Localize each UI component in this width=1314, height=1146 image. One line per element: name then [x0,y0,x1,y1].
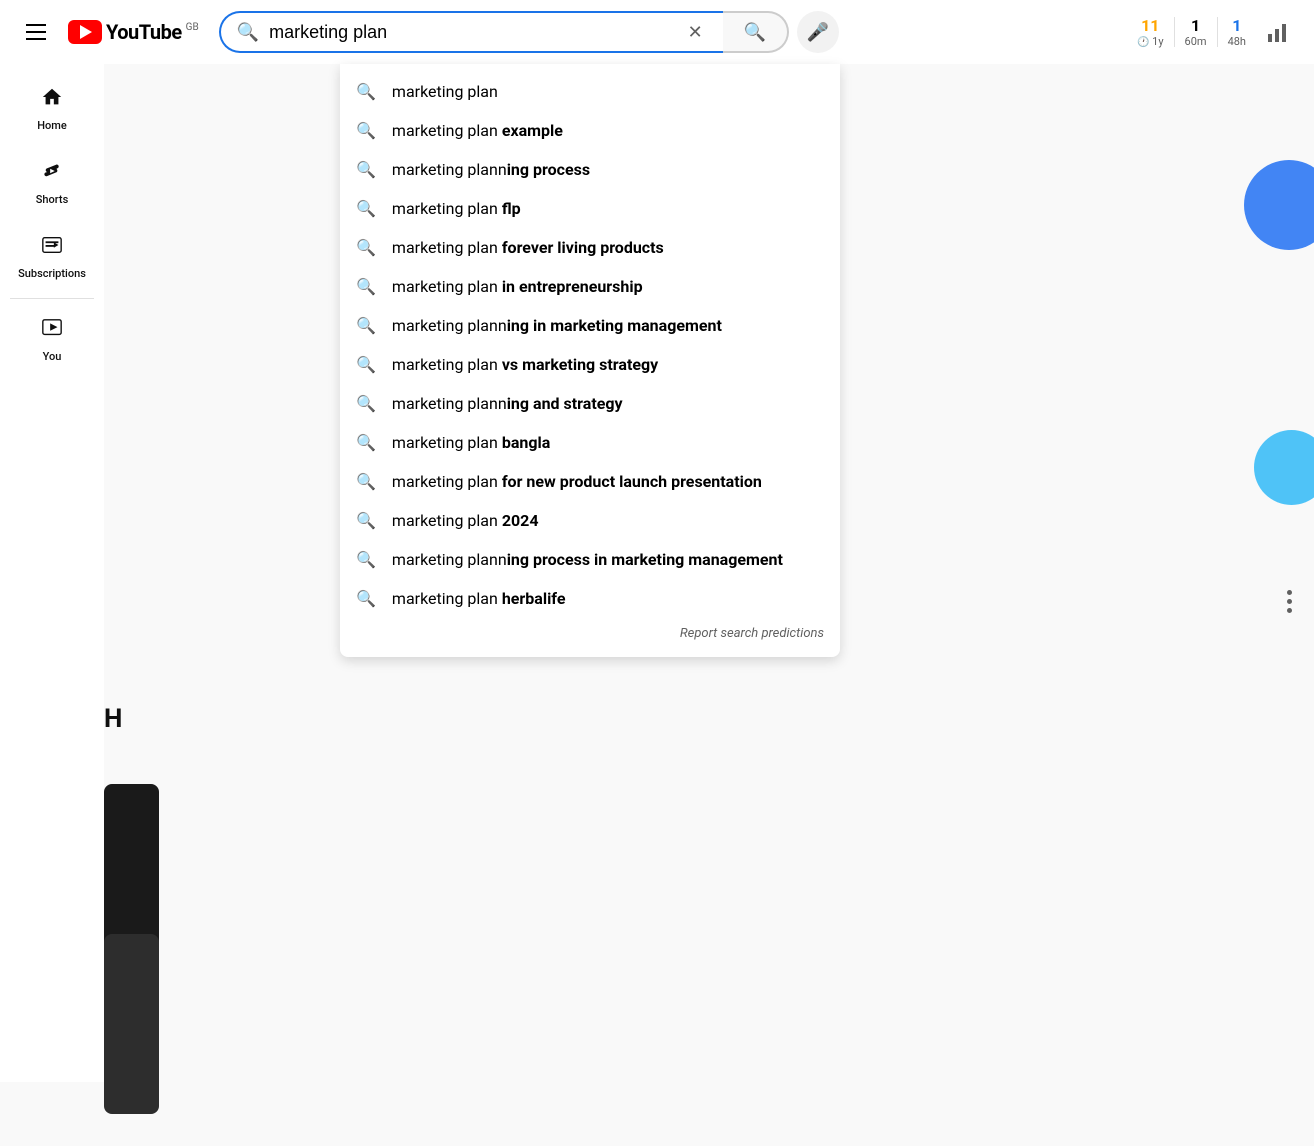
suggestion-search-icon: 🔍 [356,511,376,530]
notif-label-1y: 🕐 1y [1137,35,1164,48]
suggestion-search-icon: 🔍 [356,472,376,491]
suggestion-text: marketing plan bangla [392,433,550,452]
suggestion-text: marketing plan [392,82,498,101]
suggestion-item[interactable]: 🔍 marketing plan in entrepreneurship [340,267,840,306]
header: YouTube GB 🔍 ✕ 🔍 🎤 11 🕐 1y 1 60m [0,0,1314,64]
suggestion-search-icon: 🔍 [356,316,376,335]
sidebar-label-home: Home [37,119,67,132]
suggestion-text: marketing plan forever living products [392,238,664,257]
suggestion-item[interactable]: 🔍 marketing plan 2024 [340,501,840,540]
suggestion-item[interactable]: 🔍 marketing plan flp [340,189,840,228]
search-suggestions: 🔍 marketing plan 🔍 marketing plan example 🔍 m… [340,64,840,657]
notif-item-48h[interactable]: 1 48h [1220,12,1254,52]
section-title: H [104,704,122,734]
search-submit-button[interactable]: 🔍 [723,11,789,53]
dot-3 [1287,608,1292,613]
suggestion-text: marketing plan in entrepreneurship [392,277,643,296]
suggestion-text: marketing plan herbalife [392,589,566,608]
notif-count-white: 1 [1191,16,1200,35]
header-right: 11 🕐 1y 1 60m 1 48h [1129,12,1298,52]
suggestion-search-icon: 🔍 [356,277,376,296]
subscriptions-icon [41,234,63,261]
you-icon [41,317,63,344]
sidebar-item-home[interactable]: Home [0,72,104,146]
notif-item-1y[interactable]: 11 🕐 1y [1129,12,1172,52]
notif-label-60m: 60m [1185,35,1207,48]
suggestion-text: marketing planning process [392,160,590,179]
menu-button[interactable] [16,12,56,52]
search-bar: 🔍 ✕ [219,11,723,53]
suggestion-search-icon: 🔍 [356,589,376,608]
suggestion-search-icon: 🔍 [356,121,376,140]
suggestion-item[interactable]: 🔍 marketing plan vs marketing strategy [340,345,840,384]
youtube-logo-icon [68,20,102,44]
mic-icon: 🎤 [806,22,828,43]
notif-label-48h: 48h [1228,35,1246,48]
search-submit-icon: 🔍 [743,22,765,43]
report-search-link[interactable]: Report search predictions [340,618,840,649]
notif-item-60m[interactable]: 1 60m [1177,12,1215,52]
suggestion-text: marketing plan vs marketing strategy [392,355,658,374]
suggestion-text: marketing plan 2024 [392,511,539,530]
notif-divider [1174,17,1175,47]
sidebar-item-you[interactable]: You [0,303,104,377]
suggestion-text: marketing plan for new product launch pr… [392,472,762,491]
suggestion-text: marketing planning in marketing manageme… [392,316,722,335]
sidebar-divider [10,298,93,299]
chart-icon-button[interactable] [1258,12,1298,52]
search-icon: 🔍 [237,22,259,43]
suggestion-item[interactable]: 🔍 marketing plan bangla [340,423,840,462]
suggestion-search-icon: 🔍 [356,199,376,218]
suggestion-search-icon: 🔍 [356,394,376,413]
suggestion-item[interactable]: 🔍 marketing planning and strategy [340,384,840,423]
sidebar-label-subscriptions: Subscriptions [18,267,86,280]
more-options-button[interactable] [1287,590,1292,613]
chart-icon [1266,20,1290,44]
youtube-logo[interactable]: YouTube GB [68,20,199,44]
avatar-partial-top-right [1244,160,1314,250]
suggestion-search-icon: 🔍 [356,238,376,257]
thumbnail-dark-2 [104,934,159,1114]
shorts-icon [41,160,63,187]
suggestions-list: 🔍 marketing plan 🔍 marketing plan example 🔍 m… [340,72,840,618]
avatar-partial-mid-right [1254,430,1314,505]
suggestion-item[interactable]: 🔍 marketing planning process [340,150,840,189]
home-icon [41,86,63,113]
suggestion-item[interactable]: 🔍 marketing plan example [340,111,840,150]
notif-divider-2 [1217,17,1218,47]
suggestion-item[interactable]: 🔍 marketing plan [340,72,840,111]
suggestion-text: marketing planning process in marketing … [392,550,783,569]
clear-search-button[interactable]: ✕ [684,18,707,47]
search-container: 🔍 ✕ 🔍 🎤 [219,11,839,53]
suggestion-text: marketing plan example [392,121,563,140]
sidebar-label-shorts: Shorts [36,193,69,206]
sidebar-item-subscriptions[interactable]: Subscriptions [0,220,104,294]
search-input[interactable] [269,22,673,43]
logo-country: GB [186,22,199,33]
suggestion-text: marketing planning and strategy [392,394,623,413]
sidebar-label-you: You [43,350,62,363]
suggestion-item[interactable]: 🔍 marketing plan herbalife [340,579,840,618]
suggestion-search-icon: 🔍 [356,82,376,101]
suggestion-text: marketing plan flp [392,199,521,218]
notification-cluster: 11 🕐 1y 1 60m 1 48h [1129,12,1254,52]
dot-2 [1287,599,1292,604]
dot-1 [1287,590,1292,595]
suggestion-item[interactable]: 🔍 marketing planning process in marketing… [340,540,840,579]
sidebar: Home Shorts Subscriptions Yo [0,64,104,1082]
sidebar-item-shorts[interactable]: Shorts [0,146,104,220]
suggestion-search-icon: 🔍 [356,433,376,452]
suggestion-search-icon: 🔍 [356,355,376,374]
suggestion-item[interactable]: 🔍 marketing planning in marketing managem… [340,306,840,345]
suggestion-item[interactable]: 🔍 marketing plan for new product launch p… [340,462,840,501]
suggestion-search-icon: 🔍 [356,160,376,179]
notif-count-yellow: 11 [1141,16,1159,35]
suggestion-item[interactable]: 🔍 marketing plan forever living products [340,228,840,267]
suggestion-search-icon: 🔍 [356,550,376,569]
logo-text: YouTube [106,20,182,44]
voice-search-button[interactable]: 🎤 [797,11,839,53]
notif-count-blue: 1 [1232,16,1241,35]
